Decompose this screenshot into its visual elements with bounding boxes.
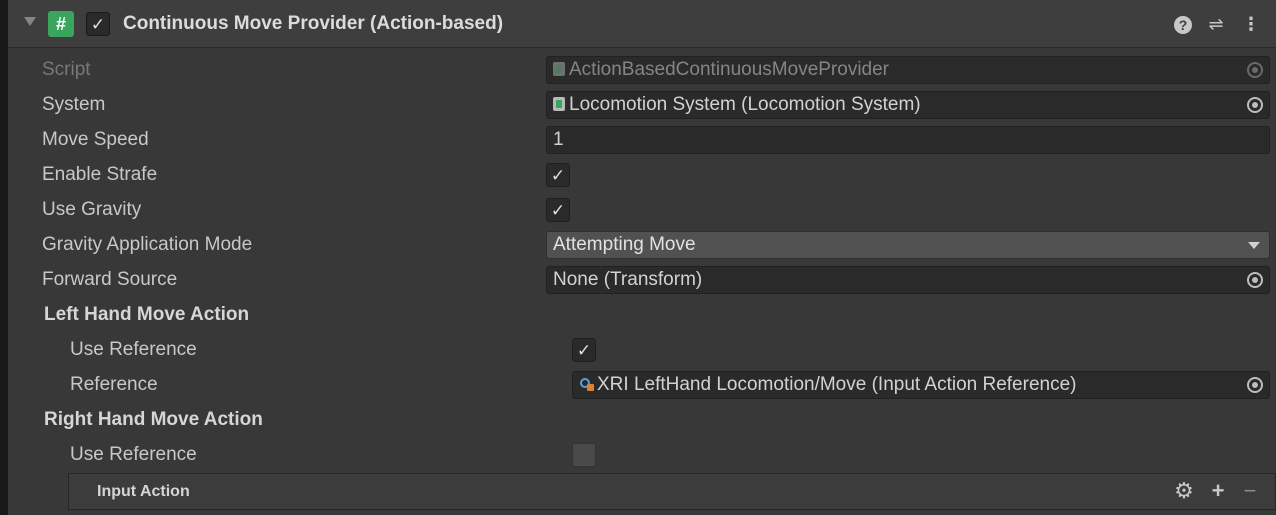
component-asset-icon [553,97,565,111]
left-use-reference-label: Use Reference [70,339,197,360]
left-hand-section-title: Left Hand Move Action [44,304,250,325]
gravity-mode-dropdown[interactable]: Attempting Move [546,231,1270,259]
component-title: Continuous Move Provider (Action-based) [123,13,504,34]
input-action-asset-icon [579,376,595,392]
left-reference-value: XRI LeftHand Locomotion/Move (Input Acti… [597,374,1077,395]
script-row: Script ActionBasedContinuousMoveProvider [8,52,1276,87]
system-field[interactable]: Locomotion System (Locomotion System) [546,91,1270,119]
script-label: Script [42,59,91,80]
enable-strafe-checkbox[interactable]: ✓ [546,163,570,187]
left-use-reference-checkbox[interactable]: ✓ [572,338,596,362]
forward-source-row: Forward Source None (Transform) [8,262,1276,297]
forward-source-field[interactable]: None (Transform) [546,266,1270,294]
foldout-arrow-icon[interactable] [24,17,36,26]
move-speed-row: Move Speed 1 [8,122,1276,157]
left-use-reference-row: Use Reference ✓ [8,332,1276,367]
object-picker-icon[interactable] [1247,97,1263,113]
component-header[interactable]: # ✓ Continuous Move Provider (Action-bas… [8,0,1276,48]
context-menu-icon[interactable]: ⋮ [1241,12,1261,36]
right-hand-section-row: Right Hand Move Action [8,402,1276,437]
gravity-mode-row: Gravity Application Mode Attempting Move [8,227,1276,262]
gravity-mode-label: Gravity Application Mode [42,234,253,255]
left-hand-section-row: Left Hand Move Action [8,297,1276,332]
help-glyph: ? [1174,16,1192,34]
right-use-reference-label: Use Reference [70,444,197,465]
system-label: System [42,94,106,115]
component-enabled-checkbox[interactable]: ✓ [86,12,110,36]
script-icon: # [48,11,74,37]
move-speed-value: 1 [553,129,564,150]
gravity-mode-value: Attempting Move [553,234,696,255]
left-reference-content: XRI LeftHand Locomotion/Move (Input Acti… [579,372,1076,398]
move-speed-label[interactable]: Move Speed [42,122,149,157]
right-use-reference-row: Use Reference [8,437,1276,472]
gear-icon[interactable]: ⚙ [1171,478,1197,504]
left-reference-field[interactable]: XRI LeftHand Locomotion/Move (Input Acti… [572,371,1270,399]
system-row: System Locomotion System (Locomotion Sys… [8,87,1276,122]
system-value: Locomotion System (Locomotion System) [569,94,921,115]
plus-icon[interactable]: + [1205,478,1231,504]
forward-source-value: None (Transform) [553,269,703,290]
object-picker-icon [1247,62,1263,78]
right-use-reference-checkbox[interactable] [572,443,596,467]
enable-strafe-label: Enable Strafe [42,164,158,185]
presets-icon[interactable]: ⇌ [1203,12,1229,36]
inspector-panel: # ✓ Continuous Move Provider (Action-bas… [0,0,1276,515]
script-field-content: ActionBasedContinuousMoveProvider [553,57,889,83]
use-gravity-row: Use Gravity ✓ [8,192,1276,227]
script-asset-icon [553,62,565,76]
enable-strafe-row: Enable Strafe ✓ [8,157,1276,192]
move-speed-input[interactable]: 1 [546,126,1270,154]
left-reference-row: Reference XRI LeftHand Locomotion/Move (… [8,367,1276,402]
script-value: ActionBasedContinuousMoveProvider [569,59,890,80]
input-action-header: Input Action ⚙ + − [68,473,1276,510]
object-picker-icon[interactable] [1247,272,1263,288]
forward-source-label: Forward Source [42,269,178,290]
object-picker-icon[interactable] [1247,377,1263,393]
dropdown-arrow-icon [1248,242,1260,249]
help-icon[interactable]: ? [1172,12,1194,36]
left-reference-label: Reference [70,374,158,395]
use-gravity-checkbox[interactable]: ✓ [546,198,570,222]
input-action-title: Input Action [97,483,190,500]
minus-icon[interactable]: − [1237,478,1263,504]
right-hand-section-title: Right Hand Move Action [44,409,263,430]
system-field-content: Locomotion System (Locomotion System) [553,92,921,118]
script-field: ActionBasedContinuousMoveProvider [546,56,1270,84]
use-gravity-label: Use Gravity [42,199,142,220]
